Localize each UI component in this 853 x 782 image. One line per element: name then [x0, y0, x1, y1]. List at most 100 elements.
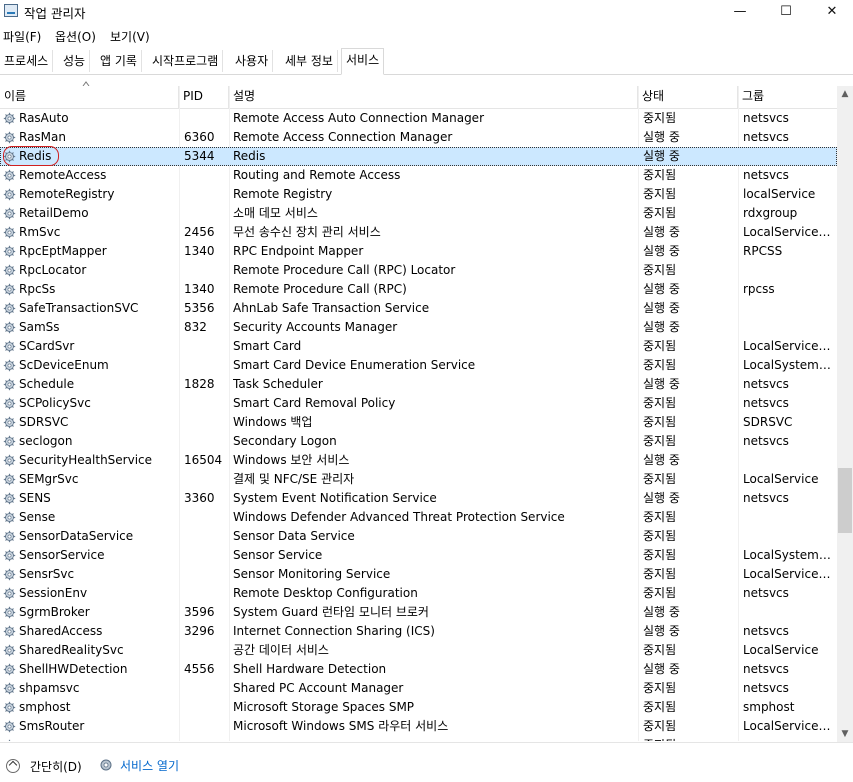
column-status[interactable]: 상태 — [638, 86, 738, 108]
service-status: 실행 중 — [643, 453, 680, 467]
tab-app-history[interactable]: 앱 기록 — [96, 50, 142, 72]
scroll-up-icon[interactable]: ▲ — [837, 86, 853, 102]
maximize-button[interactable]: ☐ — [763, 0, 809, 24]
service-row[interactable]: SDRSVC Windows 백업 중지됨 SDRSVC — [0, 413, 837, 432]
service-row[interactable]: seclogon Secondary Logon 중지됨 netsvcs — [0, 432, 837, 451]
service-row[interactable]: SENS 3360 System Event Notification Servic… — [0, 489, 837, 508]
service-pid: 4556 — [184, 662, 215, 676]
service-row[interactable]: SamSs 832 Security Accounts Manager 실행 중 — [0, 318, 837, 337]
service-row[interactable]: SensorDataService Sensor Data Service 중지됨 — [0, 527, 837, 546]
service-name: seclogon — [19, 434, 73, 448]
service-name: smphost — [19, 700, 71, 714]
fewer-details-button[interactable]: 간단히(D) — [30, 758, 82, 775]
service-description: System Event Notification Service — [233, 491, 437, 505]
service-row[interactable]: RemoteRegistry Remote Registry 중지됨 localSer… — [0, 185, 837, 204]
service-name: RpcLocator — [19, 263, 87, 277]
service-row[interactable]: 중지됨 — [0, 736, 837, 741]
service-row[interactable]: Sense Windows Defender Advanced Threat Pr… — [0, 508, 837, 527]
service-row[interactable]: SensorService Sensor Service 중지됨 LocalSyste… — [0, 546, 837, 565]
service-gear-icon — [3, 397, 16, 410]
service-row[interactable]: Redis 5344 Redis 실행 중 — [0, 147, 837, 166]
menu-options[interactable]: 옵션(O) — [55, 28, 96, 45]
service-row[interactable]: ShellHWDetection 4556 Shell Hardware Detec… — [0, 660, 837, 679]
service-row[interactable]: SafeTransactionSVC 5356 AhnLab Safe Transa… — [0, 299, 837, 318]
service-row[interactable]: SCPolicySvc Smart Card Removal Policy 중지됨 n… — [0, 394, 837, 413]
service-row[interactable]: RpcEptMapper 1340 RPC Endpoint Mapper 실행 중 R… — [0, 242, 837, 261]
column-description[interactable]: 설명 — [229, 86, 638, 108]
service-row[interactable]: SensrSvc Sensor Monitoring Service 중지됨 Loca… — [0, 565, 837, 584]
tab-startup[interactable]: 시작프로그램 — [148, 50, 224, 72]
service-row[interactable]: RpcLocator Remote Procedure Call (RPC) Lo… — [0, 261, 837, 280]
service-row[interactable]: SessionEnv Remote Desktop Configuration 중지… — [0, 584, 837, 603]
service-row[interactable]: RpcSs 1340 Remote Procedure Call (RPC) 실행 중… — [0, 280, 837, 299]
service-row[interactable]: RemoteAccess Routing and Remote Access 중지됨… — [0, 166, 837, 185]
service-status: 실행 중 — [643, 301, 680, 315]
service-gear-icon — [3, 169, 16, 182]
tab-services[interactable]: 서비스 — [341, 48, 385, 75]
service-status: 실행 중 — [643, 662, 680, 676]
service-name: SamSs — [19, 320, 60, 334]
service-status: 중지됨 — [643, 415, 677, 429]
service-status: 실행 중 — [643, 130, 680, 144]
open-services-link[interactable]: 서비스 열기 — [120, 757, 179, 774]
service-row[interactable]: SmsRouter Microsoft Windows SMS 라우터 서비스 중지… — [0, 717, 837, 736]
vertical-scrollbar[interactable] — [837, 86, 853, 742]
service-row[interactable]: RetailDemo 소매 데모 서비스 중지됨 rdxgroup — [0, 204, 837, 223]
tab-users[interactable]: 사용자 — [231, 50, 274, 72]
minimize-button[interactable]: — — [717, 0, 763, 24]
service-gear-icon — [3, 587, 16, 600]
tab-performance[interactable]: 성능 — [59, 50, 91, 72]
service-name: SCPolicySvc — [19, 396, 91, 410]
service-row[interactable]: SCardSvr Smart Card 중지됨 LocalServiceA... — [0, 337, 837, 356]
service-name: SCardSvr — [19, 339, 75, 353]
tab-processes[interactable]: 프로세스 — [0, 50, 54, 72]
service-pid: 3296 — [184, 624, 215, 638]
service-name: SharedRealitySvc — [19, 643, 124, 657]
service-row[interactable]: smphost Microsoft Storage Spaces SMP 중지됨 sm… — [0, 698, 837, 717]
service-row[interactable]: RasAuto Remote Access Auto Connection Man… — [0, 109, 837, 128]
service-description: Secondary Logon — [233, 434, 337, 448]
service-row[interactable]: SEMgrSvc 결제 및 NFC/SE 관리자 중지됨 LocalService — [0, 470, 837, 489]
tab-details[interactable]: 세부 정보 — [281, 50, 338, 72]
close-button[interactable]: ✕ — [809, 0, 853, 24]
collapse-icon[interactable] — [6, 759, 20, 773]
service-status: 실행 중 — [643, 624, 680, 638]
service-gear-icon — [3, 416, 16, 429]
service-description: 소매 데모 서비스 — [233, 206, 318, 220]
window-title: 작업 관리자 — [24, 6, 86, 21]
service-group: rdxgroup — [743, 206, 798, 220]
service-gear-icon — [3, 435, 16, 448]
service-row[interactable]: SecurityHealthService 16504 Windows 보안 서비스… — [0, 451, 837, 470]
title-bar: 작업 관리자 — ☐ ✕ — [0, 0, 853, 24]
column-group[interactable]: 그룹 — [738, 86, 837, 108]
service-description: 공간 데이터 서비스 — [233, 643, 329, 657]
service-gear-icon — [3, 511, 16, 524]
scrollbar-thumb[interactable] — [838, 468, 852, 533]
menu-bar: 파일(F) 옵션(O) 보기(V) — [0, 26, 853, 46]
service-row[interactable]: RmSvc 2456 무선 송수신 장치 관리 서비스 실행 중 LocalServic… — [0, 223, 837, 242]
menu-file[interactable]: 파일(F) — [3, 28, 41, 45]
service-row[interactable]: SharedAccess 3296 Internet Connection Shar… — [0, 622, 837, 641]
service-name: SafeTransactionSVC — [19, 301, 139, 315]
service-gear-icon — [3, 701, 16, 714]
service-row[interactable]: ScDeviceEnum Smart Card Device Enumeratio… — [0, 356, 837, 375]
service-row[interactable]: shpamsvc Shared PC Account Manager 중지됨 nets… — [0, 679, 837, 698]
service-status: 중지됨 — [643, 396, 677, 410]
service-row[interactable]: Schedule 1828 Task Scheduler 실행 중 netsvcs — [0, 375, 837, 394]
service-gear-icon — [3, 378, 16, 391]
service-row[interactable]: RasMan 6360 Remote Access Connection Manag… — [0, 128, 837, 147]
service-row[interactable]: SharedRealitySvc 공간 데이터 서비스 중지됨 LocalServic… — [0, 641, 837, 660]
service-row[interactable]: SgrmBroker 3596 System Guard 런타임 모니터 브로커 실행… — [0, 603, 837, 622]
scroll-down-icon[interactable]: ▼ — [837, 726, 853, 742]
service-group: LocalServiceA... — [743, 567, 833, 581]
menu-view[interactable]: 보기(V) — [110, 28, 150, 45]
column-pid[interactable]: PID — [179, 86, 229, 108]
service-gear-icon — [3, 720, 16, 733]
service-description: Internet Connection Sharing (ICS) — [233, 624, 435, 638]
service-description: Remote Procedure Call (RPC) Locator — [233, 263, 456, 277]
column-name[interactable]: 이름 — [0, 86, 179, 108]
service-description: Routing and Remote Access — [233, 168, 401, 182]
service-status: 실행 중 — [643, 225, 680, 239]
service-pid: 6360 — [184, 130, 215, 144]
service-group: LocalServiceA... — [743, 339, 833, 353]
